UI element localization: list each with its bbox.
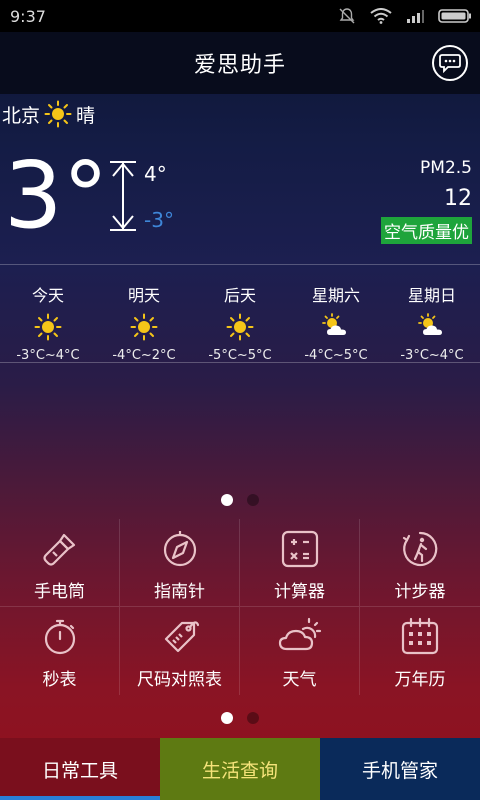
current-location[interactable]: 北京 晴 (2, 100, 95, 128)
page-dot[interactable] (247, 494, 259, 506)
sun-icon (34, 313, 62, 341)
tool-calendar[interactable]: 万年历 (360, 607, 480, 695)
forecast-day-name: 星期日 (407, 286, 456, 305)
range-arrows-icon (110, 161, 136, 231)
pedometer-icon (400, 529, 440, 569)
forecast-day-name: 明天 (127, 286, 160, 305)
tool-flashlight[interactable]: 手电筒 (0, 519, 120, 607)
tool-label: 万年历 (394, 670, 446, 690)
sun-icon (44, 100, 72, 128)
current-temperature: 3° (4, 142, 109, 249)
forecast-day-name: 今天 (31, 286, 64, 305)
air-quality-panel: PM2.5 12 空气质量优 (381, 158, 472, 244)
tool-label: 计步器 (394, 582, 446, 602)
tab-daily-tools[interactable]: 日常工具 (0, 738, 160, 800)
tool-label: 指南针 (154, 582, 205, 602)
tool-weather[interactable]: 天气 (240, 607, 360, 695)
page-title: 爱思助手 (193, 53, 286, 78)
tool-calculator[interactable]: 计算器 (240, 519, 360, 607)
sun-icon (130, 313, 158, 341)
tab-phone-manager[interactable]: 手机管家 (320, 738, 480, 800)
chat-button[interactable] (432, 45, 468, 81)
forecast-day: 星期日 -3°C~4°C (384, 282, 480, 363)
tool-label: 秒表 (42, 670, 77, 690)
tool-label: 天气 (282, 670, 317, 690)
flashlight-icon (40, 529, 80, 569)
forecast-day-name: 星期六 (311, 286, 360, 305)
sun-cloud-icon (321, 313, 351, 339)
status-icons (338, 7, 472, 25)
status-time: 9:37 (10, 6, 46, 26)
status-bar: 9:37 (0, 0, 480, 32)
tools-grid: 手电筒 指南针 计算器 计步器 秒表 尺码对照表 天气 万年历 (0, 519, 480, 695)
condition-text: 晴 (76, 104, 96, 127)
air-quality-badge: 空气质量优 (381, 217, 472, 244)
stopwatch-icon (40, 617, 80, 657)
weather-pager (0, 494, 480, 506)
forecast-day: 明天 -4°C~2°C (96, 282, 192, 363)
divider (0, 264, 480, 265)
forecast-range: -4°C~5°C (304, 348, 368, 363)
pm-value: 12 (444, 186, 472, 211)
sun-cloud-icon (417, 313, 447, 339)
page-dot-active[interactable] (221, 494, 233, 506)
tool-compass[interactable]: 指南针 (120, 519, 240, 607)
compass-icon (160, 529, 200, 569)
forecast-range: -3°C~4°C (16, 348, 80, 363)
page-dot-active[interactable] (221, 712, 233, 724)
forecast-range: -3°C~4°C (400, 348, 464, 363)
battery-icon (438, 9, 471, 23)
forecast-row: 今天 -3°C~4°C 明天 -4°C~2°C 后天 -5°C~5°C 星期六 … (0, 282, 480, 363)
forecast-day-name: 后天 (223, 286, 256, 305)
tool-stopwatch[interactable]: 秒表 (0, 607, 120, 695)
signal-icon (407, 10, 424, 23)
sun-icon (226, 313, 254, 341)
mute-icon (339, 8, 355, 24)
city-name: 北京 (2, 104, 41, 127)
size-tag-icon (160, 617, 200, 657)
tools-pager (0, 712, 480, 724)
tab-life-query[interactable]: 生活查询 (160, 738, 320, 800)
forecast-day: 今天 -3°C~4°C (0, 282, 96, 363)
forecast-range: -5°C~5°C (208, 348, 272, 363)
tool-label: 计算器 (274, 582, 325, 602)
forecast-day: 后天 -5°C~5°C (192, 282, 288, 363)
bottom-tab-bar: 日常工具 生活查询 手机管家 (0, 738, 480, 800)
tool-size-chart[interactable]: 尺码对照表 (120, 607, 240, 695)
app-header: 爱思助手 (0, 32, 480, 94)
pm-label: PM2.5 (420, 158, 472, 178)
chat-bubble-icon (439, 54, 461, 73)
temp-low: -3° (144, 208, 174, 232)
tool-label: 手电筒 (34, 582, 85, 602)
calculator-icon (280, 529, 320, 569)
forecast-day: 星期六 -4°C~5°C (288, 282, 384, 363)
tool-label: 尺码对照表 (137, 670, 222, 690)
temp-range: 4° -3° (106, 160, 186, 240)
divider (0, 362, 480, 363)
wifi-icon (370, 8, 392, 24)
temp-high: 4° (144, 162, 167, 186)
calendar-icon (400, 617, 440, 657)
forecast-range: -4°C~2°C (112, 348, 176, 363)
weather-icon (277, 617, 323, 657)
tool-pedometer[interactable]: 计步器 (360, 519, 480, 607)
page-dot[interactable] (247, 712, 259, 724)
